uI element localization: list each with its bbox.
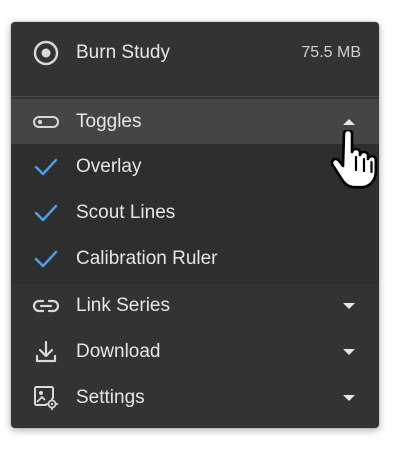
study-name: Burn Study [76, 42, 170, 63]
toggle-icon [32, 108, 60, 136]
chevron-down-icon[interactable] [343, 302, 355, 310]
disc-icon [32, 39, 60, 67]
checkmark-icon [32, 245, 60, 273]
study-menu: Burn Study 75.5 MB Toggles Overlay Scout… [11, 22, 379, 428]
settings-menu-item[interactable]: Settings [11, 375, 379, 421]
toggles-menu-item[interactable]: Toggles [11, 99, 379, 144]
toggles-submenu: Overlay Scout Lines Calibration Ruler [11, 144, 379, 284]
study-size: 75.5 MB [301, 44, 361, 61]
study-row: Burn Study 75.5 MB [11, 30, 379, 76]
chevron-down-icon[interactable] [343, 394, 355, 402]
image-settings-icon [32, 384, 60, 412]
link-series-label: Link Series [76, 295, 170, 316]
link-series-menu-item[interactable]: Link Series [11, 283, 379, 329]
hand-pointer-cursor-icon [330, 130, 378, 189]
toggle-item-overlay[interactable]: Overlay [11, 144, 379, 190]
checkmark-icon [32, 153, 60, 181]
page: Burn Study 75.5 MB Toggles Overlay Scout… [0, 0, 409, 449]
chevron-up-icon[interactable] [343, 118, 355, 126]
download-label: Download [76, 341, 161, 362]
toggle-item-scout-lines[interactable]: Scout Lines [11, 190, 379, 236]
toggles-label: Toggles [76, 110, 142, 132]
link-icon [32, 292, 60, 320]
toggle-item-label: Overlay [76, 156, 142, 177]
divider [11, 96, 379, 97]
settings-label: Settings [76, 387, 145, 408]
chevron-down-icon[interactable] [343, 348, 355, 356]
download-icon [32, 338, 60, 366]
toggle-item-label: Scout Lines [76, 202, 176, 223]
download-menu-item[interactable]: Download [11, 329, 379, 375]
checkmark-icon [32, 199, 60, 227]
toggle-item-label: Calibration Ruler [76, 248, 218, 269]
toggle-item-calibration-ruler[interactable]: Calibration Ruler [11, 236, 379, 282]
